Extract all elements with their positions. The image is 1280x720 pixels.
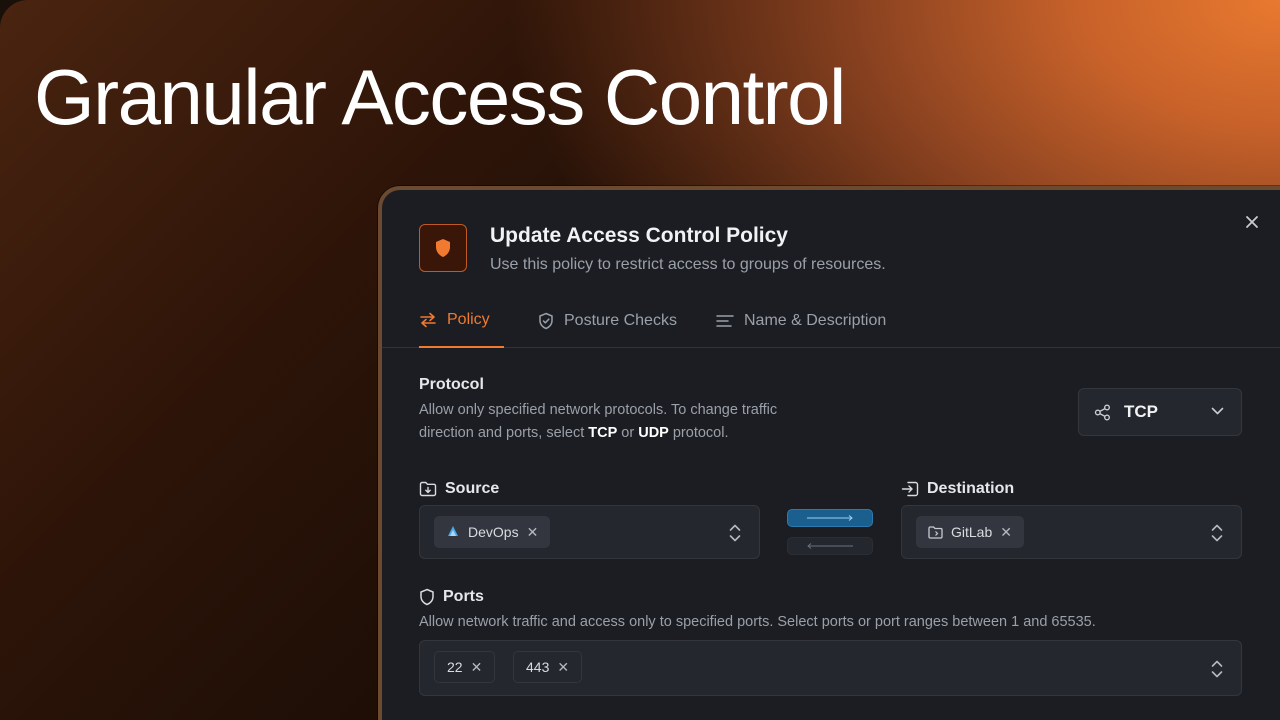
source-chip-devops: DevOps ✕ xyxy=(434,516,551,548)
remove-port-chip-icon[interactable]: ✕ xyxy=(557,659,569,676)
protocol-desc-pre: direction and ports, select xyxy=(419,425,589,441)
port-chip-label: 22 xyxy=(447,659,463,675)
arrow-right-icon xyxy=(807,515,853,521)
destination-label-text: Destination xyxy=(927,480,1015,497)
destination-chip-gitlab: GitLab ✕ xyxy=(916,516,1024,548)
source-chip-label: DevOps xyxy=(468,524,519,540)
chevron-updown-icon xyxy=(1211,524,1223,542)
direction-backward-button[interactable] xyxy=(787,537,873,555)
tab-policy-label: Policy xyxy=(447,311,490,328)
tab-posture-checks[interactable]: Posture Checks xyxy=(538,294,677,348)
remove-source-chip-icon[interactable]: ✕ xyxy=(527,524,539,541)
folder-icon xyxy=(928,525,943,539)
tab-name-description-label: Name & Description xyxy=(744,312,887,329)
chevron-down-icon xyxy=(1211,407,1224,415)
chevron-updown-icon xyxy=(729,524,741,542)
destination-label: Destination xyxy=(901,480,1014,498)
arrow-left-icon xyxy=(807,543,853,549)
shield-outline-icon xyxy=(420,588,434,606)
tab-posture-checks-label: Posture Checks xyxy=(564,312,677,329)
destination-select[interactable]: GitLab ✕ xyxy=(901,505,1242,559)
folder-in-icon xyxy=(419,481,437,497)
modal-subtitle: Use this policy to restrict access to gr… xyxy=(490,256,886,273)
policy-modal: Update Access Control Policy Use this po… xyxy=(378,186,1280,720)
port-chip: 22 ✕ xyxy=(434,651,496,683)
login-icon xyxy=(901,481,919,497)
ports-select[interactable]: 22 ✕ 443 ✕ xyxy=(419,640,1242,696)
port-chip: 443 ✕ xyxy=(513,651,583,683)
remove-destination-chip-icon[interactable]: ✕ xyxy=(1000,524,1012,541)
source-label-text: Source xyxy=(445,480,500,497)
ports-label: Ports xyxy=(419,588,484,606)
source-select[interactable]: DevOps ✕ xyxy=(419,505,760,559)
remove-port-chip-icon[interactable]: ✕ xyxy=(471,659,483,676)
port-chip-label: 443 xyxy=(526,659,550,675)
ports-label-text: Ports xyxy=(443,588,484,605)
protocol-select[interactable]: TCP xyxy=(1078,388,1242,436)
modal-title: Update Access Control Policy xyxy=(490,224,788,247)
tab-name-description[interactable]: Name & Description xyxy=(716,294,886,348)
protocol-desc-line2: direction and ports, select TCP or UDP p… xyxy=(419,422,889,445)
tab-bar: Policy Posture Checks Name & Description xyxy=(382,294,1280,348)
arrows-icon xyxy=(420,312,436,328)
direction-forward-button[interactable] xyxy=(787,509,873,527)
tab-policy[interactable]: Policy xyxy=(419,294,504,348)
protocol-desc-post: protocol. xyxy=(668,425,729,441)
shield-check-icon xyxy=(539,312,553,330)
background-frame: Granular Access Control Update Access Co… xyxy=(0,0,1280,720)
ports-description: Allow network traffic and access only to… xyxy=(419,614,1096,630)
shield-icon xyxy=(436,239,450,257)
protocol-description: Allow only specified network protocols. … xyxy=(419,399,889,445)
protocol-label-text: Protocol xyxy=(419,376,484,393)
source-label: Source xyxy=(419,480,499,498)
protocol-select-value: TCP xyxy=(1124,402,1158,421)
hero-title: Granular Access Control xyxy=(34,53,846,141)
protocol-label: Protocol xyxy=(419,376,484,394)
protocol-desc-udp: UDP xyxy=(638,425,669,441)
group-icon xyxy=(448,526,458,536)
destination-chip-label: GitLab xyxy=(951,524,993,540)
policy-header-badge xyxy=(419,224,467,272)
chevron-updown-icon xyxy=(1211,660,1223,678)
protocol-desc-tcp: TCP xyxy=(588,425,618,441)
share-nodes-icon xyxy=(1094,404,1110,421)
text-lines-icon xyxy=(716,315,734,327)
protocol-desc-or: or xyxy=(617,425,639,441)
close-icon[interactable] xyxy=(1244,214,1260,230)
protocol-desc-line1: Allow only specified network protocols. … xyxy=(419,402,778,418)
